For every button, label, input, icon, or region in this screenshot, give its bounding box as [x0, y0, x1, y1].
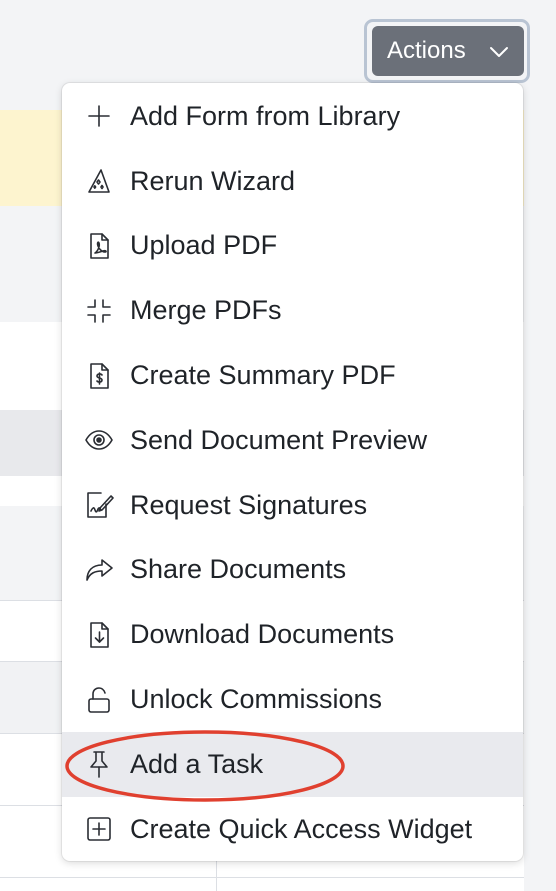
share-arrow-icon	[82, 553, 116, 587]
signature-icon	[82, 488, 116, 522]
eye-icon	[82, 423, 116, 457]
menu-item-label: Unlock Commissions	[130, 684, 383, 715]
menu-item-unlock-commissions[interactable]: Unlock Commissions	[62, 667, 523, 732]
pdf-file-icon	[82, 229, 116, 263]
merge-arrows-icon	[82, 294, 116, 328]
menu-item-merge-pdfs[interactable]: Merge PDFs	[62, 278, 523, 343]
menu-item-label: Request Signatures	[130, 489, 368, 520]
menu-item-request-signatures[interactable]: Request Signatures	[62, 473, 523, 538]
menu-item-label: Send Document Preview	[130, 424, 428, 455]
unlock-icon	[82, 683, 116, 717]
menu-item-label: Create Summary PDF	[130, 360, 396, 391]
menu-item-label: Add Form from Library	[130, 100, 401, 131]
pushpin-icon	[82, 747, 116, 781]
menu-item-label: Share Documents	[130, 554, 347, 585]
menu-item-label: Merge PDFs	[130, 295, 282, 326]
plus-square-icon	[82, 812, 116, 846]
menu-item-create-quick-access-widget[interactable]: Create Quick Access Widget	[62, 797, 523, 862]
actions-button[interactable]: Actions	[372, 26, 524, 76]
menu-item-share-documents[interactable]: Share Documents	[62, 538, 523, 603]
menu-item-label: Add a Task	[130, 748, 264, 779]
menu-item-add-a-task[interactable]: Add a Task	[62, 731, 523, 797]
menu-item-send-document-preview[interactable]: Send Document Preview	[62, 408, 523, 473]
dollar-document-icon	[82, 359, 116, 393]
download-document-icon	[82, 618, 116, 652]
chevron-down-icon	[490, 47, 508, 57]
menu-item-label: Rerun Wizard	[130, 165, 296, 196]
actions-button-label: Actions	[387, 37, 466, 64]
menu-item-label: Download Documents	[130, 619, 395, 650]
menu-item-create-summary-pdf[interactable]: Create Summary PDF	[62, 343, 523, 408]
plus-icon	[82, 99, 116, 133]
wizard-hat-icon	[82, 164, 116, 198]
menu-item-add-form-from-library[interactable]: Add Form from Library	[62, 84, 523, 149]
table-row-divider	[0, 877, 524, 878]
menu-item-rerun-wizard[interactable]: Rerun Wizard	[62, 149, 523, 214]
menu-item-upload-pdf[interactable]: Upload PDF	[62, 214, 523, 279]
actions-dropdown-menu: Add Form from Library Rerun Wizard Uploa…	[62, 83, 523, 861]
menu-item-label: Create Quick Access Widget	[130, 813, 473, 844]
menu-item-download-documents[interactable]: Download Documents	[62, 602, 523, 667]
menu-item-label: Upload PDF	[130, 230, 278, 261]
